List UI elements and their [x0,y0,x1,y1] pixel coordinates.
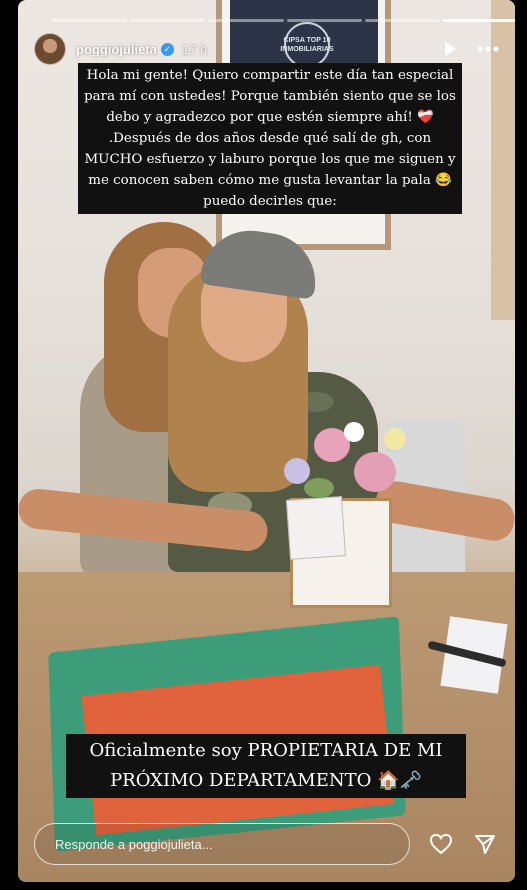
progress-segment [52,19,128,22]
post-time: 17 h [181,41,208,57]
story-header: poggiojulieta ✓ 17 h [34,32,500,66]
story-footer: Responde a poggiojulieta... [34,822,500,866]
progress-segment [208,19,284,22]
verified-badge-icon: ✓ [160,42,174,56]
story-caption-top: Hola mi gente! Quiero compartir este día… [78,63,462,214]
heart-icon[interactable] [426,829,456,859]
avatar[interactable] [34,33,66,65]
progress-segment [364,19,440,22]
reply-placeholder: Responde a poggiojulieta... [55,836,213,852]
story-caption-bottom: Oficialmente soy PROPIETARIA DE MI PRÓXI… [66,734,466,798]
story-progress [52,19,515,22]
play-icon[interactable] [438,37,462,61]
username[interactable]: poggiojulieta [76,42,157,57]
reply-input[interactable]: Responde a poggiojulieta... [34,823,410,865]
progress-segment [130,19,206,22]
progress-segment-active [442,19,515,22]
send-icon[interactable] [470,829,500,859]
flower-bouquet [254,388,424,508]
progress-segment [286,19,362,22]
more-icon[interactable] [476,37,500,61]
